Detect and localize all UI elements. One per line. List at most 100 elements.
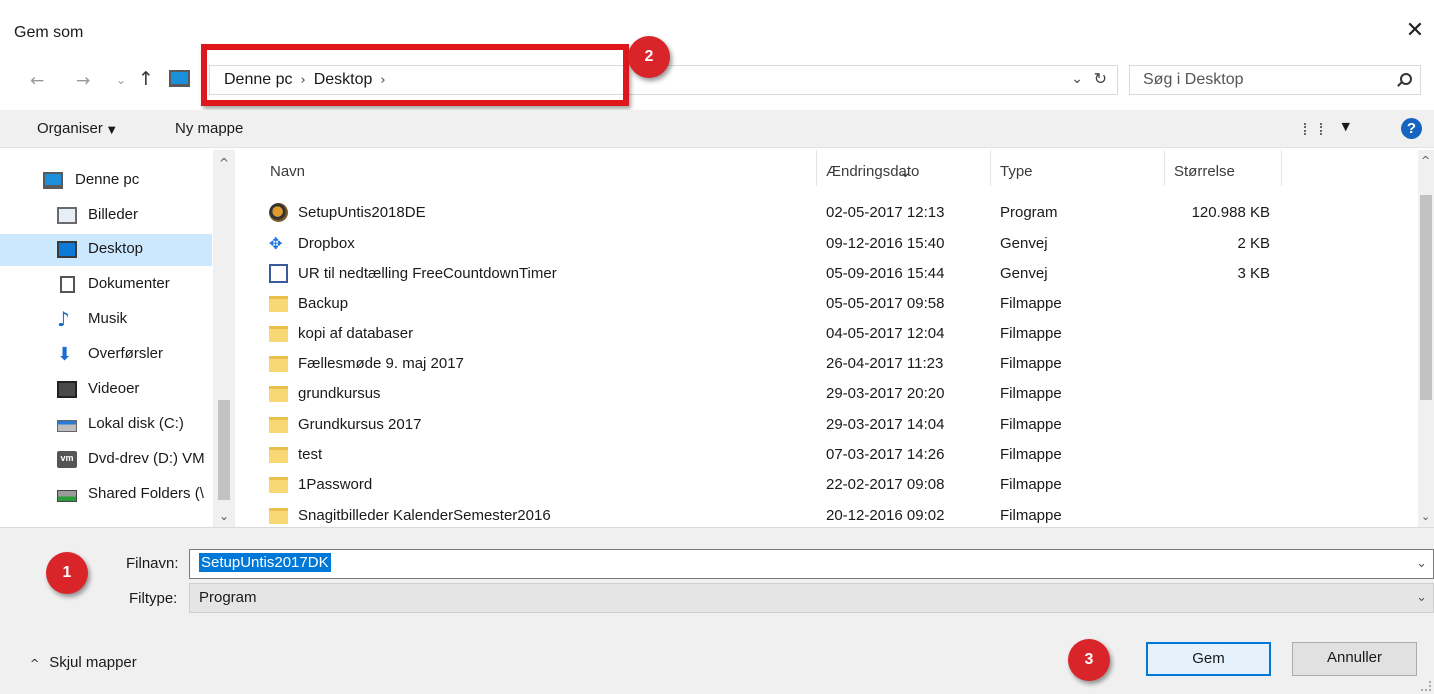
file-type: Filmappe <box>1000 385 1062 402</box>
file-list: Navn ⌄ Ændringsdato Type Størrelse Setup… <box>236 150 1418 527</box>
sidebar-item-shared-folders[interactable]: Shared Folders (\ <box>0 479 212 511</box>
recent-locations-icon[interactable]: ⌄ <box>116 73 126 87</box>
sidebar-item-desktop[interactable]: Desktop <box>0 234 212 266</box>
chevron-down-icon[interactable]: ⌄ <box>1416 590 1427 605</box>
sidebar-item-label: Videoer <box>88 380 140 397</box>
file-size: 2 KB <box>1237 235 1270 252</box>
scrollbar-thumb[interactable] <box>1420 195 1432 400</box>
new-folder-button[interactable]: Ny mappe <box>175 120 243 137</box>
this-pc-icon <box>169 70 190 87</box>
file-row[interactable]: Backup 05-05-2017 09:58 Filmappe <box>236 289 1418 319</box>
filename-field[interactable]: SetupUntis2017DK ⌄ <box>189 549 1434 579</box>
sidebar-item-label: Dvd-drev (D:) VM <box>88 450 205 467</box>
chevron-down-icon[interactable]: ⌄ <box>1071 71 1083 87</box>
up-arrow-icon[interactable]: ↑ <box>138 68 154 90</box>
file-row[interactable]: test 07-03-2017 14:26 Filmappe <box>236 440 1418 470</box>
filetype-value: Program <box>199 589 257 606</box>
search-icon[interactable] <box>1400 73 1412 85</box>
save-form-area: 1 Filnavn: SetupUntis2017DK ⌄ Filtype: P… <box>0 527 1434 694</box>
organize-label: Organiser <box>37 120 103 137</box>
hide-folders-button[interactable]: ^ Skjul mapper <box>30 654 137 671</box>
scroll-up-icon[interactable]: ^ <box>1421 154 1430 167</box>
videos-icon <box>57 381 77 398</box>
column-header-name[interactable]: Navn <box>270 163 305 180</box>
file-row[interactable]: 1Password 22-02-2017 09:08 Filmappe <box>236 470 1418 500</box>
file-modified: 05-05-2017 09:58 <box>826 295 945 312</box>
file-row[interactable]: Snagitbilleder KalenderSemester2016 20-1… <box>236 501 1418 527</box>
sidebar-item-documents[interactable]: Dokumenter <box>0 269 212 301</box>
sidebar-item-dvd-drive[interactable]: vm Dvd-drev (D:) VM <box>0 444 212 476</box>
file-list-scrollbar[interactable]: ^ ⌄ <box>1418 150 1434 527</box>
file-modified: 04-05-2017 12:04 <box>826 325 945 342</box>
folder-icon <box>269 417 288 433</box>
dialog-title: Gem som <box>14 24 84 41</box>
column-header-type[interactable]: Type <box>1000 163 1033 180</box>
column-divider[interactable] <box>990 150 991 186</box>
file-name: kopi af databaser <box>298 325 414 342</box>
filetype-select[interactable]: Program ⌄ <box>189 583 1434 613</box>
file-row[interactable]: ✥ Dropbox 09-12-2016 15:40 Genvej 2 KB <box>236 229 1418 259</box>
search-box[interactable]: Søg i Desktop <box>1129 65 1421 95</box>
file-type: Program <box>1000 204 1058 221</box>
file-type: Filmappe <box>1000 416 1062 433</box>
file-type: Genvej <box>1000 235 1048 252</box>
organize-menu-button[interactable]: Organiser ▼ <box>37 120 116 137</box>
file-name: Backup <box>298 295 349 312</box>
callout-badge-2: 2 <box>628 36 670 78</box>
chevron-down-icon[interactable]: ⌄ <box>1416 556 1427 571</box>
file-row[interactable]: Grundkursus 2017 29-03-2017 14:04 Filmap… <box>236 410 1418 440</box>
scroll-down-icon[interactable]: ⌄ <box>219 509 229 523</box>
refresh-icon[interactable]: ↻ <box>1094 69 1107 88</box>
back-arrow-icon[interactable]: ← <box>30 71 44 91</box>
scroll-down-icon[interactable]: ⌄ <box>1421 510 1430 523</box>
column-header-size[interactable]: Størrelse <box>1174 163 1235 180</box>
file-modified: 29-03-2017 20:20 <box>826 385 945 402</box>
search-input[interactable]: Søg i Desktop <box>1143 71 1243 89</box>
save-button[interactable]: Gem <box>1146 642 1271 676</box>
file-name: UR til nedtælling FreeCountdownTimer <box>298 265 557 282</box>
file-type: Filmappe <box>1000 325 1062 342</box>
file-row[interactable]: grundkursus 29-03-2017 20:20 Filmappe <box>236 379 1418 409</box>
folder-icon <box>269 326 288 342</box>
pictures-icon <box>57 207 77 224</box>
filename-input[interactable]: SetupUntis2017DK <box>199 553 331 572</box>
scrollbar-thumb[interactable] <box>218 400 230 500</box>
file-type: Filmappe <box>1000 507 1062 524</box>
sidebar-item-label: Billeder <box>88 206 139 223</box>
file-name: 1Password <box>298 476 373 493</box>
sidebar-item-this-pc[interactable]: Denne pc <box>0 165 212 197</box>
column-divider[interactable] <box>1281 150 1282 186</box>
file-modified: 22-02-2017 09:08 <box>826 476 945 493</box>
music-icon: ♪ <box>57 307 70 331</box>
file-row[interactable]: SetupUntis2018DE 02-05-2017 12:13 Progra… <box>236 198 1418 228</box>
file-name: Snagitbilleder KalenderSemester2016 <box>298 507 551 524</box>
folder-icon <box>269 477 288 493</box>
annotation-highlight-box <box>201 44 629 106</box>
file-row[interactable]: kopi af databaser 04-05-2017 12:04 Filma… <box>236 319 1418 349</box>
setup-program-icon <box>269 203 288 222</box>
column-divider[interactable] <box>816 150 817 186</box>
file-name: SetupUntis2018DE <box>298 204 426 221</box>
sidebar-item-label: Musik <box>88 310 128 327</box>
scroll-up-icon[interactable]: ^ <box>219 156 229 170</box>
resize-grip-icon[interactable] <box>1421 681 1431 691</box>
sidebar-item-videos[interactable]: Videoer <box>0 374 212 406</box>
close-icon[interactable]: ✕ <box>1404 20 1426 42</box>
column-header-modified[interactable]: Ændringsdato <box>826 163 919 180</box>
file-type: Filmappe <box>1000 295 1062 312</box>
forward-arrow-icon[interactable]: → <box>76 71 90 91</box>
column-divider[interactable] <box>1164 150 1165 186</box>
cancel-button[interactable]: Annuller <box>1292 642 1417 676</box>
sidebar-item-music[interactable]: ♪ Musik <box>0 304 212 336</box>
file-row[interactable]: Fællesmøde 9. maj 2017 26-04-2017 11:23 … <box>236 349 1418 379</box>
sidebar-item-downloads[interactable]: ⬇ Overførsler <box>0 339 212 371</box>
help-icon[interactable]: ? <box>1401 118 1422 139</box>
caret-down-icon[interactable]: ▼ <box>1342 120 1350 133</box>
sidebar-scrollbar[interactable]: ^ ⌄ <box>213 150 235 527</box>
file-type: Filmappe <box>1000 446 1062 463</box>
folder-icon <box>269 508 288 524</box>
view-options-icon[interactable] <box>1304 123 1322 135</box>
sidebar-item-pictures[interactable]: Billeder <box>0 200 212 232</box>
sidebar-item-local-disk[interactable]: Lokal disk (C:) <box>0 409 212 441</box>
file-row[interactable]: UR til nedtælling FreeCountdownTimer 05-… <box>236 259 1418 289</box>
